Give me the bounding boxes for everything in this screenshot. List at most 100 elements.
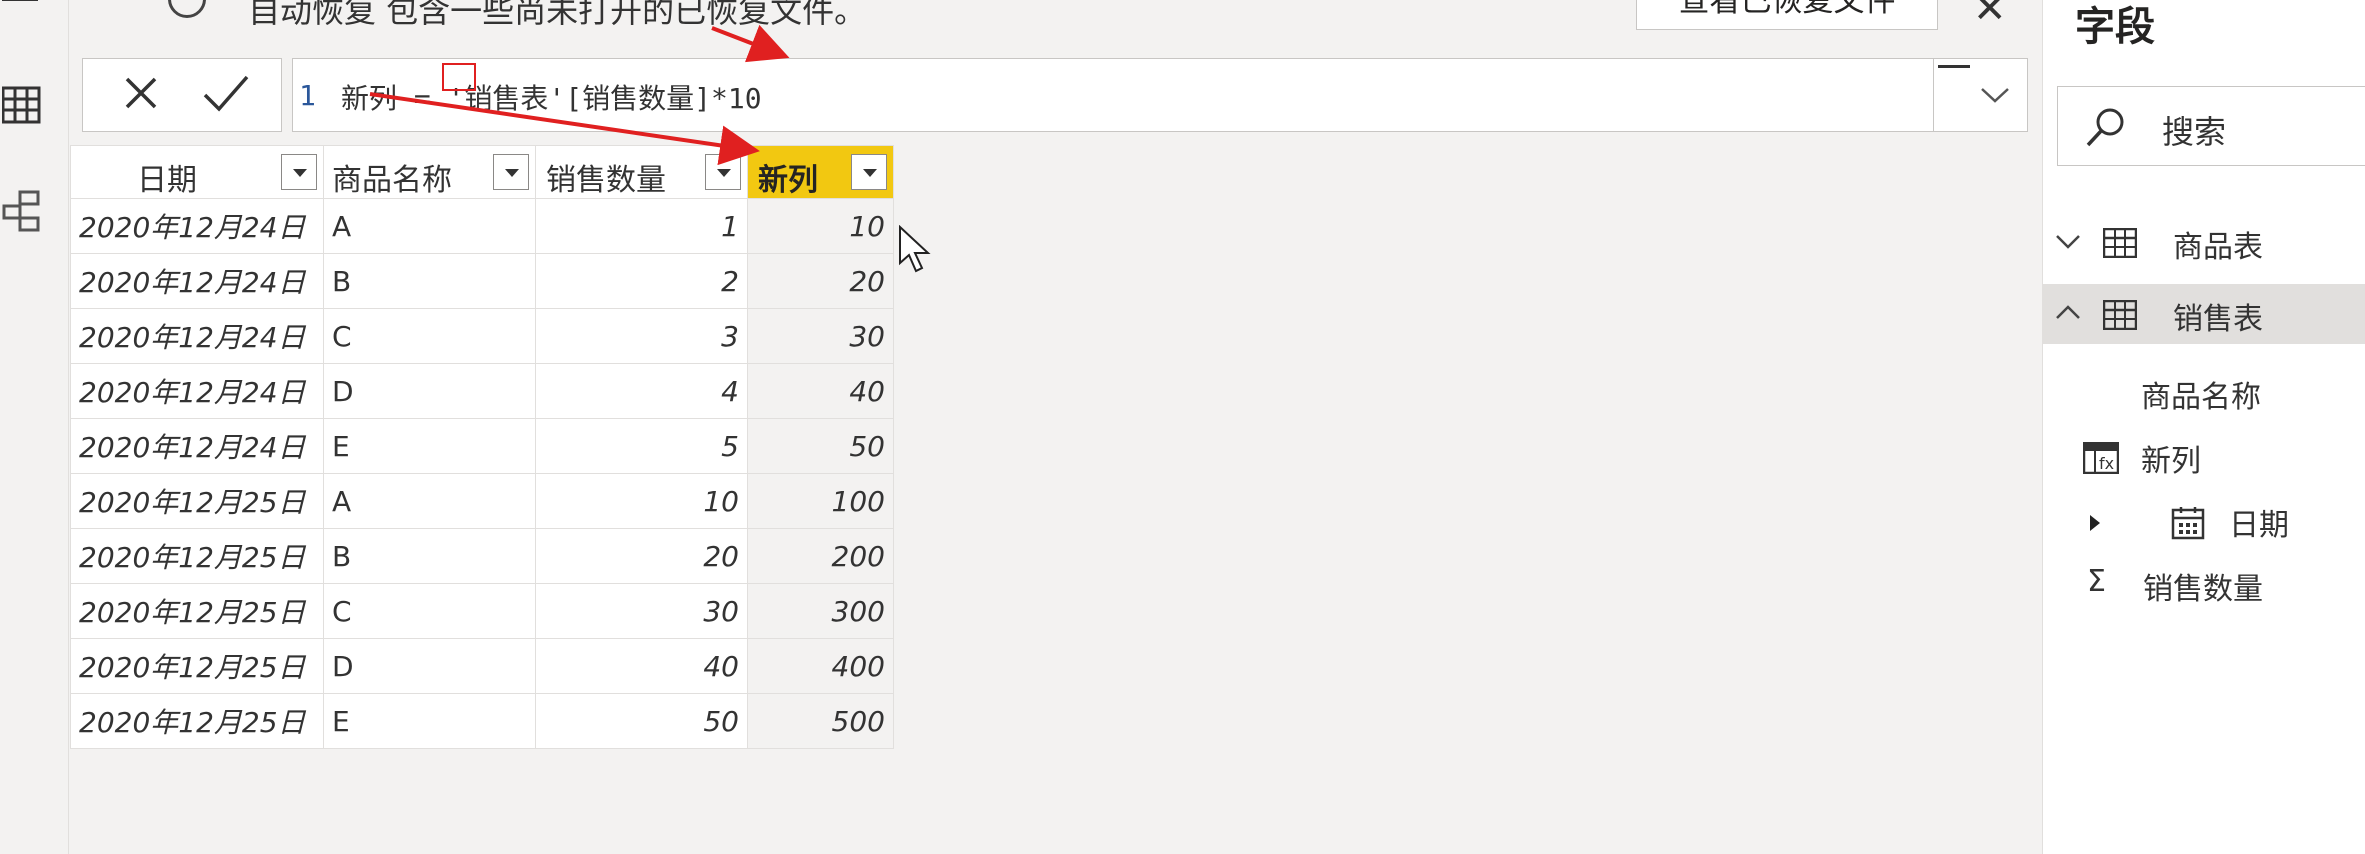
column-header-label: 商品名称	[332, 163, 452, 198]
report-view-icon[interactable]	[2, 0, 42, 20]
annotation-highlight-box	[442, 63, 476, 91]
cell-date[interactable]: 2020年12月25日	[70, 528, 324, 584]
field-table-product[interactable]: 商品表	[2043, 212, 2365, 272]
cell-date[interactable]: 2020年12月25日	[70, 638, 324, 694]
column-header-label: 销售数量	[546, 163, 666, 198]
cell-new-column[interactable]: 300	[747, 583, 894, 639]
close-icon[interactable]: ✕	[1973, 0, 2007, 32]
cell-product-name[interactable]: D	[323, 363, 536, 419]
cell-sales-qty[interactable]: 4	[535, 363, 748, 419]
model-view-icon[interactable]	[2, 190, 42, 234]
column-filter-dropdown-icon[interactable]	[281, 154, 317, 190]
cell-date[interactable]: 2020年12月25日	[70, 693, 324, 749]
data-view-icon[interactable]	[2, 84, 42, 128]
fields-pane: 字段 搜索 商品表 销售表 商品名称 fx 新列 日期 Σ 销售数量	[2042, 0, 2365, 854]
search-icon	[2086, 108, 2124, 147]
table-body: 2020年12月24日 A 1 10 2020年12月24日 B 2 20 2020年12月24…	[70, 198, 894, 749]
cell-product-name[interactable]: C	[323, 308, 536, 364]
field-table-label: 商品表	[2173, 230, 2263, 265]
cell-date[interactable]: 2020年12月24日	[70, 308, 324, 364]
cell-new-column[interactable]: 100	[747, 473, 894, 529]
sigma-icon: Σ	[2087, 564, 2106, 599]
formula-actions	[82, 58, 282, 132]
cell-sales-qty[interactable]: 10	[535, 473, 748, 529]
column-header-date[interactable]: 日期	[70, 145, 324, 199]
column-filter-dropdown-icon[interactable]	[705, 154, 741, 190]
info-icon	[168, 0, 206, 18]
cell-product-name[interactable]: C	[323, 583, 536, 639]
cell-product-name[interactable]: B	[323, 528, 536, 584]
cell-date[interactable]: 2020年12月24日	[70, 363, 324, 419]
data-table: 日期 商品名称 销售数量 新列 2020年12月24日 A 1 10 2020年12月2…	[70, 145, 894, 749]
table-row: 2020年12月25日 D 40 400	[70, 638, 894, 694]
field-label: 新列	[2141, 444, 2201, 479]
cell-sales-qty[interactable]: 3	[535, 308, 748, 364]
cell-product-name[interactable]: B	[323, 253, 536, 309]
formula-line-number: 1	[299, 79, 316, 112]
column-header-new-column[interactable]: 新列	[747, 145, 894, 199]
cell-sales-qty[interactable]: 5	[535, 418, 748, 474]
table-row: 2020年12月24日 D 4 40	[70, 363, 894, 419]
field-label: 日期	[2229, 508, 2289, 543]
cell-product-name[interactable]: E	[323, 693, 536, 749]
notification-message: 自动恢复 包含一些尚未打开的已恢复文件。	[248, 0, 867, 30]
formula-bar[interactable]: 1 新列 = '销售表'[销售数量]*10	[292, 58, 2028, 132]
cell-date[interactable]: 2020年12月24日	[70, 418, 324, 474]
cell-product-name[interactable]: D	[323, 638, 536, 694]
field-item-product-name[interactable]: 商品名称	[2141, 372, 2261, 418]
column-header-label: 日期	[137, 163, 197, 198]
field-label: 商品名称	[2141, 380, 2261, 415]
table-icon	[2103, 228, 2137, 258]
mouse-cursor-icon	[899, 225, 931, 273]
cell-sales-qty[interactable]: 40	[535, 638, 748, 694]
search-placeholder: 搜索	[2162, 113, 2227, 151]
cell-date[interactable]: 2020年12月24日	[70, 198, 324, 254]
formula-text[interactable]: 新列 = '销售表'[销售数量]*10	[341, 77, 762, 117]
cell-new-column[interactable]: 500	[747, 693, 894, 749]
table-row: 2020年12月25日 A 10 100	[70, 473, 894, 529]
cell-sales-qty[interactable]: 30	[535, 583, 748, 639]
formula-expand-button[interactable]	[1933, 59, 2028, 131]
cell-new-column[interactable]: 50	[747, 418, 894, 474]
cell-sales-qty[interactable]: 1	[535, 198, 748, 254]
column-filter-dropdown-icon[interactable]	[493, 154, 529, 190]
chevron-down-icon[interactable]	[2055, 230, 2081, 252]
cell-new-column[interactable]: 30	[747, 308, 894, 364]
fields-pane-title: 字段	[2075, 4, 2155, 50]
chevron-up-icon[interactable]	[2055, 302, 2081, 324]
cell-sales-qty[interactable]: 20	[535, 528, 748, 584]
table-row: 2020年12月24日 E 5 50	[70, 418, 894, 474]
table-row: 2020年12月25日 B 20 200	[70, 528, 894, 584]
table-row: 2020年12月24日 B 2 20	[70, 253, 894, 309]
cell-new-column[interactable]: 200	[747, 528, 894, 584]
cell-product-name[interactable]: A	[323, 473, 536, 529]
column-header-product-name[interactable]: 商品名称	[323, 145, 536, 199]
cancel-formula-icon[interactable]	[119, 71, 163, 115]
cell-date[interactable]: 2020年12月24日	[70, 253, 324, 309]
chevron-down-icon	[1981, 88, 2009, 103]
cell-new-column[interactable]: 40	[747, 363, 894, 419]
field-label: 销售数量	[2143, 572, 2263, 607]
cell-product-name[interactable]: A	[323, 198, 536, 254]
view-recovered-files-button[interactable]: 查看已恢复文件	[1636, 0, 1938, 30]
field-table-sales[interactable]: 销售表	[2043, 284, 2365, 344]
column-header-sales-qty[interactable]: 销售数量	[535, 145, 748, 199]
calendar-icon	[2171, 507, 2205, 540]
expand-triangle-icon[interactable]	[2089, 514, 2101, 532]
cell-date[interactable]: 2020年12月25日	[70, 583, 324, 639]
fields-search-input[interactable]: 搜索	[2057, 86, 2365, 166]
commit-formula-icon[interactable]	[201, 71, 251, 115]
cell-new-column[interactable]: 10	[747, 198, 894, 254]
cell-date[interactable]: 2020年12月25日	[70, 473, 324, 529]
table-row: 2020年12月25日 E 50 500	[70, 693, 894, 749]
cell-new-column[interactable]: 20	[747, 253, 894, 309]
column-filter-dropdown-icon[interactable]	[851, 154, 887, 190]
cell-sales-qty[interactable]: 50	[535, 693, 748, 749]
cell-product-name[interactable]: E	[323, 418, 536, 474]
cell-new-column[interactable]: 400	[747, 638, 894, 694]
table-row: 2020年12月25日 C 30 300	[70, 583, 894, 639]
auto-recovery-notification: 自动恢复 包含一些尚未打开的已恢复文件。 查看已恢复文件 ✕	[68, 0, 2048, 40]
field-table-label: 销售表	[2173, 302, 2263, 337]
cell-sales-qty[interactable]: 2	[535, 253, 748, 309]
left-nav-rail	[0, 0, 69, 854]
